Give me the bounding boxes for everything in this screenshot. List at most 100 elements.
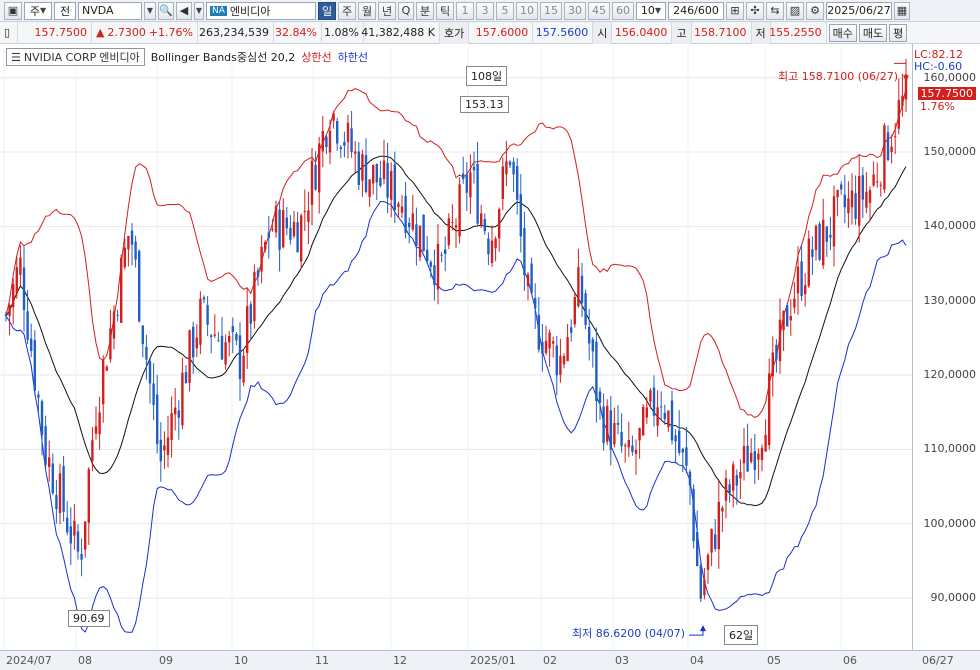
candle-body xyxy=(800,261,803,297)
candle xyxy=(768,358,771,450)
legend-lower: 하한선 xyxy=(337,51,368,64)
middle-band-line xyxy=(5,155,907,507)
candle-body xyxy=(368,179,371,197)
candle xyxy=(318,136,321,214)
candle xyxy=(876,162,879,188)
candle-body xyxy=(26,311,29,340)
calendar-icon[interactable]: ▦ xyxy=(894,1,910,20)
legend-indicator[interactable]: Bollinger Bands중심선 20,2 xyxy=(151,49,296,65)
interval-10-button[interactable]: 10 xyxy=(516,1,538,20)
candle-body xyxy=(634,449,638,454)
candle xyxy=(523,211,526,291)
candle-body xyxy=(753,451,756,470)
candle-body xyxy=(177,410,180,418)
candle xyxy=(732,461,735,508)
chart-area[interactable]: ☰ NVIDIA CORP 엔비디아 Bollinger Bands중심선 20… xyxy=(0,44,980,670)
current-price: 157.7500 xyxy=(18,21,92,44)
mode-select[interactable]: 주 ▼ xyxy=(24,1,52,20)
interval-15-button[interactable]: 15 xyxy=(540,1,562,20)
date-input[interactable]: 2025/06/27 xyxy=(826,1,892,20)
period-minute-button[interactable]: 분 xyxy=(416,1,434,20)
zoom-icon[interactable]: ⊞ xyxy=(726,1,744,20)
candle xyxy=(213,314,216,339)
count-input[interactable]: 246/600 xyxy=(668,1,724,20)
compare-icon[interactable]: ⇆ xyxy=(766,1,784,20)
interval-30-button[interactable]: 30 xyxy=(564,1,586,20)
stock-name-field[interactable]: NA 엔비디아 xyxy=(206,1,316,20)
interval-3-button[interactable]: 3 xyxy=(476,1,494,20)
candle xyxy=(303,189,306,232)
period-month-button[interactable]: 월 xyxy=(358,1,376,20)
gear-icon[interactable]: ⚙ xyxy=(806,1,824,20)
candle-body xyxy=(163,445,166,451)
candle xyxy=(537,296,540,353)
candle-body xyxy=(850,190,854,208)
candle-body xyxy=(890,146,893,153)
candle-body xyxy=(872,174,875,186)
candle-body xyxy=(267,232,270,239)
candle xyxy=(562,353,566,369)
interval-60-button[interactable]: 60 xyxy=(612,1,634,20)
legend-symbol[interactable]: ☰ NVIDIA CORP 엔비디아 xyxy=(6,48,145,66)
candle xyxy=(573,292,576,328)
candle-body xyxy=(192,326,195,358)
candle xyxy=(616,405,620,435)
candle xyxy=(145,334,148,380)
candle-body xyxy=(102,360,105,405)
candle-body xyxy=(764,434,767,452)
candle-body xyxy=(487,238,490,255)
candle xyxy=(105,364,108,372)
candle-body xyxy=(310,160,314,205)
interval-custom-select[interactable]: 10 ▼ xyxy=(636,1,666,20)
candle xyxy=(127,235,130,267)
period-quarter-button[interactable]: Q xyxy=(398,1,414,20)
avg-button[interactable]: 평 xyxy=(889,23,908,42)
candle-body xyxy=(105,366,108,371)
chart-type-icon[interactable]: ▣ xyxy=(4,1,22,20)
interval-45-button[interactable]: 45 xyxy=(588,1,610,20)
price-tick-label: 120,0000 xyxy=(923,368,977,381)
candle-body xyxy=(134,241,137,260)
candle xyxy=(37,391,40,416)
candle xyxy=(710,528,713,567)
candle xyxy=(519,173,522,253)
candle-body xyxy=(156,394,159,445)
candle xyxy=(552,336,555,358)
price-axis[interactable]: 160,0000 150,0000 140,0000 130,0000 120,0000… xyxy=(912,44,980,650)
interval-1-button[interactable]: 1 xyxy=(456,1,474,20)
candle-body xyxy=(847,198,850,214)
candle xyxy=(48,440,51,482)
period-week-button[interactable]: 주 xyxy=(338,1,356,20)
candle-body xyxy=(66,517,69,533)
search-icon[interactable]: 🔍 xyxy=(158,1,174,20)
candle xyxy=(685,426,688,474)
candle xyxy=(703,568,706,600)
candle-body xyxy=(501,166,504,200)
image-save-icon[interactable]: ▨ xyxy=(786,1,804,20)
crosshair-icon[interactable]: ✣ xyxy=(746,1,764,20)
candle xyxy=(447,213,450,250)
candle xyxy=(350,110,353,158)
speaker-dropdown[interactable]: ▼ xyxy=(194,1,204,20)
candle xyxy=(84,521,87,558)
candle-body xyxy=(667,410,670,428)
buy-button[interactable]: 매수 xyxy=(828,23,857,42)
candle xyxy=(624,443,627,463)
price-chart[interactable] xyxy=(0,44,912,650)
change-value: ▲ 2.7300 +1.76% xyxy=(92,21,198,44)
symbol-dropdown-button[interactable]: ▼ xyxy=(144,1,156,20)
candle xyxy=(670,390,674,445)
period-tick-button[interactable]: 틱 xyxy=(436,1,454,20)
sell-button[interactable]: 매도 xyxy=(858,23,888,42)
period-year-button[interactable]: 년 xyxy=(378,1,396,20)
candle-body xyxy=(746,445,749,472)
candle xyxy=(58,463,62,525)
candle-body xyxy=(206,305,209,325)
candle xyxy=(382,139,386,185)
date-axis[interactable]: 2024/07 08 09 10 11 12 2025/01 02 03 04 05 06 06/27 xyxy=(0,650,980,670)
speaker-icon[interactable]: ◀ xyxy=(176,1,192,20)
interval-5-button[interactable]: 5 xyxy=(496,1,514,20)
market-select[interactable]: 전 xyxy=(54,1,76,20)
period-day-button[interactable]: 일 xyxy=(318,1,336,20)
symbol-input[interactable]: NVDA xyxy=(78,1,142,20)
